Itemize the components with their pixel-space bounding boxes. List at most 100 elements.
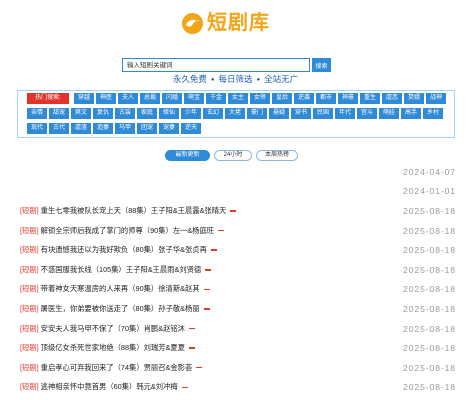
- slogan-item: 全站无广: [264, 74, 299, 84]
- tag-label: 热门搜索:: [27, 93, 69, 104]
- drama-title-link[interactable]: 安安夫人我马甲不保了（70集）肖鹏&赵铭沐: [41, 324, 185, 334]
- list-item-main: [短剧] 重启孝心可弃我回来了（74集）贾丽召&金影荟: [20, 363, 394, 373]
- tag-item[interactable]: 亲情: [27, 108, 47, 119]
- drama-title-link[interactable]: 重启孝心可弃我回来了（74集）贾丽召&金影荟: [41, 363, 193, 373]
- tag-item[interactable]: 虐恋: [382, 93, 402, 104]
- tag-item[interactable]: 追妻: [93, 123, 113, 134]
- list-date: 2025-08-18: [403, 284, 456, 295]
- list-item-main: [短剧] 逃神相亲怀中竟首男（60集）韩元&刘冲梅: [20, 382, 394, 392]
- tag-item[interactable]: 古装: [115, 108, 135, 119]
- tag-item[interactable]: 夫人: [118, 93, 138, 104]
- list-item[interactable]: [短剧] 重启孝心可弃我回来了（74集）贾丽召&金影荟 2025-08-18: [20, 358, 456, 378]
- tag-item[interactable]: 家庭: [137, 108, 157, 119]
- list-date-row: 2024-04-07: [20, 162, 456, 182]
- tag-item[interactable]: 穿越: [74, 93, 94, 104]
- dash-icon: [218, 229, 225, 232]
- list-item[interactable]: [短剧] 屠医生，你弟要被你送走了（80集）孙子敬&杨丽 2025-08-18: [20, 299, 456, 319]
- tag-item[interactable]: 千金: [206, 93, 226, 104]
- tag-item[interactable]: 玄幻: [203, 108, 223, 119]
- category-badge: [短剧]: [20, 303, 39, 313]
- list-item-main: [短剧] 顶级亿女杀死世家地绝（88集）刘瑞芳&夏夏: [20, 343, 394, 353]
- tab-1[interactable]: 最新更新: [165, 150, 210, 161]
- list-item[interactable]: [短剧] 有块遗憾我还以为我好欺负（80集）张子华&张贞再 2025-08-18: [20, 240, 456, 260]
- list-item[interactable]: [短剧] 逃神相亲怀中竟首男（60集）韩元&刘冲梅 2025-08-18: [20, 378, 456, 398]
- tag-item[interactable]: 现代: [27, 123, 47, 134]
- tag-item[interactable]: 高手: [401, 108, 421, 119]
- tag-item[interactable]: 少年: [181, 108, 201, 119]
- tag-item[interactable]: 逆天: [181, 123, 201, 134]
- tag-item[interactable]: 宫斗: [357, 108, 377, 119]
- list-item[interactable]: [短剧] 不惑国服我长线（105集）王子阳&王晨雨&刘贤德 2025-08-18: [20, 260, 456, 280]
- tag-item[interactable]: 宠妻: [159, 123, 179, 134]
- dash-icon: [203, 308, 210, 310]
- tag-item[interactable]: 都市: [316, 93, 336, 104]
- tag-item[interactable]: 马甲: [115, 123, 135, 134]
- tag-item[interactable]: 民国: [313, 108, 333, 119]
- tag-item[interactable]: 悬疑: [269, 108, 289, 119]
- tag-item[interactable]: 女帝: [250, 93, 270, 104]
- tag-item[interactable]: 虐渣: [71, 123, 91, 134]
- tag-row: 亲情 甜宠 爽文 复仇 古装 家庭 修仙 少年 玄幻 大佬 豪门 悬疑 穿书 民国 年代 宫斗 萌娃 高手 乡村: [27, 108, 445, 119]
- tag-row: 热门搜索: 穿越 神医 夫人 总裁 闪婚 萌宝 千金 女主 女帝 皇后 逆袭 都市 神豪 重生 虐恋 赘婿 战神: [27, 93, 448, 104]
- tag-item[interactable]: 团宠: [137, 123, 157, 134]
- tag-cloud: 热门搜索: 穿越 神医 夫人 总裁 闪婚 萌宝 千金 女主 女帝 皇后 逆袭 都市 神豪 重生 虐恋 赘婿 战神亲…: [17, 90, 455, 138]
- tag-item[interactable]: 萌娃: [379, 108, 399, 119]
- drama-title-link[interactable]: 带着神女天寒温房的人来再（90集）徐清斯&赵其: [41, 284, 200, 294]
- tag-item[interactable]: 穿书: [291, 108, 311, 119]
- tag-item[interactable]: 豪门: [247, 108, 267, 119]
- list-item-main: [短剧] 屠医生，你弟要被你送走了（80集）孙子敬&杨丽: [20, 304, 394, 314]
- tag-item[interactable]: 爽文: [71, 108, 91, 119]
- drama-title-link[interactable]: 不惑国服我长线（105集）王子阳&王晨雨&刘贤德: [41, 265, 202, 275]
- drama-title-link[interactable]: 有块遗憾我还以为我好欺负（80集）张子华&张贞再: [41, 245, 207, 255]
- logo-icon: [181, 12, 204, 34]
- tag-item[interactable]: 古代: [49, 123, 69, 134]
- tag-item[interactable]: 神豪: [338, 93, 358, 104]
- tag-item[interactable]: 修仙: [159, 108, 179, 119]
- tag-item[interactable]: 女主: [228, 93, 248, 104]
- tag-item[interactable]: 战神: [426, 93, 446, 104]
- drama-title-link[interactable]: 解锁全宗师后我成了掌门的师尊（90集）左一&杨庭旺: [41, 226, 215, 236]
- drama-title-link[interactable]: 顶级亿女杀死世家地绝（88集）刘瑞芳&夏夏: [41, 343, 185, 353]
- dash-icon: [188, 347, 195, 349]
- tag-item[interactable]: 皇后: [272, 93, 292, 104]
- tag-item[interactable]: 乡村: [423, 108, 443, 119]
- tag-item[interactable]: 萌宝: [184, 93, 204, 104]
- tag-item[interactable]: 重生: [360, 93, 380, 104]
- list-item[interactable]: [短剧] 顶级亿女杀死世家地绝（88集）刘瑞芳&夏夏 2025-08-18: [20, 338, 456, 358]
- tag-item[interactable]: 甜宠: [49, 108, 69, 119]
- tag-item[interactable]: 神医: [96, 93, 116, 104]
- list-item[interactable]: [短剧] 带着神女天寒温房的人来再（90集）徐清斯&赵其 2025-08-18: [20, 280, 456, 300]
- category-badge: [短剧]: [20, 245, 39, 255]
- category-badge: [短剧]: [20, 205, 39, 215]
- list-item[interactable]: [短剧] 解锁全宗师后我成了掌门的师尊（90集）左一&杨庭旺 2025-08-18: [20, 221, 456, 241]
- tag-item[interactable]: 大佬: [225, 108, 245, 119]
- tag-item[interactable]: 闪婚: [162, 93, 182, 104]
- search-bar: 搜索: [122, 58, 331, 72]
- site-logo[interactable]: 短剧库: [181, 10, 270, 36]
- category-badge: [短剧]: [20, 225, 39, 235]
- category-badge: [短剧]: [20, 343, 39, 353]
- tab-2[interactable]: 24小时: [214, 150, 252, 161]
- search-input[interactable]: [122, 58, 310, 72]
- list-item[interactable]: [短剧] 重生七零我被队长宠上天（88集）王子阳&王晨露&张晴天 2025-08-1…: [20, 201, 456, 221]
- list-item[interactable]: [短剧] 安安夫人我马甲不保了（70集）肖鹏&赵铭沐 2025-08-18: [20, 319, 456, 339]
- dash-icon: [203, 288, 210, 291]
- list-date: 2025-08-18: [403, 264, 456, 275]
- list-date: 2025-08-18: [403, 205, 456, 216]
- tag-item[interactable]: 逆袭: [294, 93, 314, 104]
- list-item-main: [短剧] 有块遗憾我还以为我好欺负（80集）张子华&张贞再: [20, 245, 394, 255]
- tag-item[interactable]: 年代: [335, 108, 355, 119]
- tab-3[interactable]: 本周热榜: [256, 150, 298, 161]
- list-item-main: [短剧] 不惑国服我长线（105集）王子阳&王晨雨&刘贤德: [20, 265, 394, 275]
- tag-item[interactable]: 复仇: [93, 108, 113, 119]
- slogan-separator: ●: [256, 77, 261, 83]
- category-badge: [短剧]: [20, 284, 39, 294]
- tag-item[interactable]: 赘婿: [404, 93, 424, 104]
- list-item-main: [短剧] 安安夫人我马甲不保了（70集）肖鹏&赵铭沐: [20, 324, 394, 334]
- drama-title-link[interactable]: 屠医生，你弟要被你送走了（80集）孙子敬&杨丽: [41, 304, 200, 314]
- search-button[interactable]: 搜索: [312, 58, 331, 72]
- page: 短剧库 搜索 永久免费●每日筛选●全站无广 热门搜索:穿越神医夫人总裁闪婚萌宝千…: [0, 0, 471, 400]
- drama-title-link[interactable]: 逃神相亲怀中竟首男（60集）韩元&刘冲梅: [41, 382, 178, 392]
- drama-title-link[interactable]: 重生七零我被队长宠上天（88集）王子阳&王晨露&张晴天: [41, 206, 227, 216]
- tag-item[interactable]: 总裁: [140, 93, 160, 104]
